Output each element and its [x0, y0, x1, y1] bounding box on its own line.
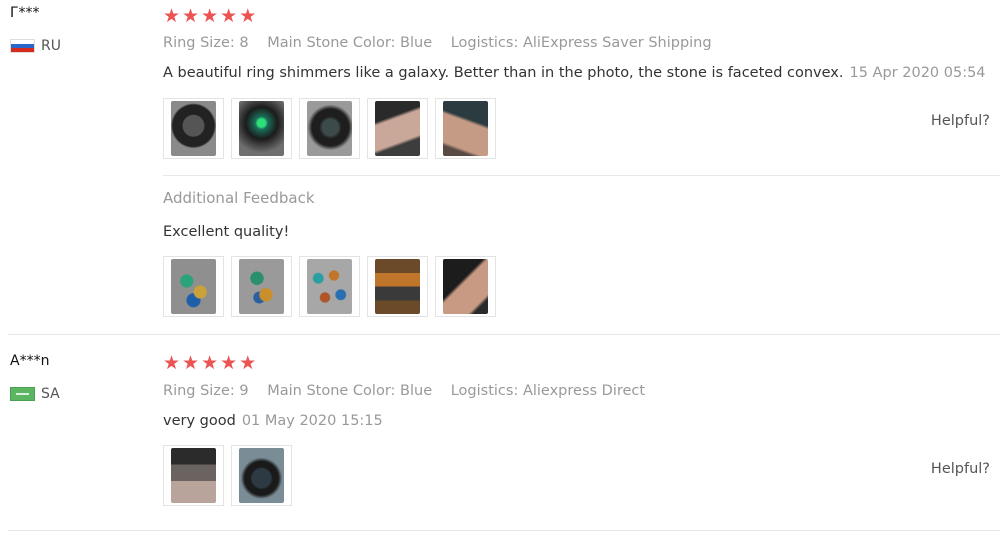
helpful-button[interactable]: Helpful?	[931, 113, 990, 129]
review-photos	[163, 445, 292, 506]
ring-size-label: Ring Size:	[163, 383, 235, 399]
photo-image	[443, 101, 488, 156]
photo-image	[375, 101, 420, 156]
reviewer-country: RU	[10, 38, 61, 54]
additional-feedback-text: Excellent quality!	[163, 224, 290, 240]
star-icon: ★	[201, 352, 219, 374]
photo-image	[307, 101, 352, 156]
review-photo-thumbnail[interactable]	[299, 98, 360, 159]
stone-color-label: Main Stone Color:	[267, 35, 396, 51]
photo-image	[171, 259, 216, 314]
ring-size-value: 8	[239, 35, 249, 51]
stone-color-value: Blue	[400, 383, 433, 399]
star-rating: ★ ★ ★ ★ ★	[163, 7, 256, 26]
logistics-label: Logistics:	[450, 35, 519, 51]
ring-size-label: Ring Size:	[163, 35, 235, 51]
review-photo-thumbnail[interactable]	[435, 98, 496, 159]
review-photo-thumbnail[interactable]	[299, 256, 360, 317]
photo-image	[443, 259, 488, 314]
additional-review-photos	[163, 256, 496, 317]
review-photos	[163, 98, 496, 159]
divider	[163, 175, 1000, 176]
review-text: A beautiful ring shimmers like a galaxy.…	[163, 65, 986, 81]
reviewer-name: A***n	[10, 353, 50, 369]
star-icon: ★	[239, 352, 257, 374]
review-item: Г*** RU ★ ★ ★ ★ ★ Ring Size: 8 Main Ston…	[0, 0, 1000, 335]
review-item: A***n SA ★ ★ ★ ★ ★ Ring Size: 9 Main Sto…	[0, 335, 1000, 539]
stone-color-value: Blue	[400, 35, 433, 51]
ring-size-value: 9	[239, 383, 249, 399]
review-photo-thumbnail[interactable]	[163, 98, 224, 159]
review-photo-thumbnail[interactable]	[367, 98, 428, 159]
star-icon: ★	[163, 352, 181, 374]
review-photo-thumbnail[interactable]	[231, 98, 292, 159]
star-icon: ★	[182, 352, 200, 374]
photo-image	[239, 448, 284, 503]
logistics-value: Aliexpress Direct	[522, 383, 646, 399]
star-icon: ★	[163, 5, 181, 27]
photo-image	[171, 448, 216, 503]
review-photo-thumbnail[interactable]	[163, 256, 224, 317]
country-code: RU	[41, 38, 61, 54]
review-date: 15 Apr 2020 05:54	[849, 65, 986, 81]
order-properties: Ring Size: 8 Main Stone Color: Blue Logi…	[163, 35, 726, 51]
order-properties: Ring Size: 9 Main Stone Color: Blue Logi…	[163, 383, 659, 399]
photo-image	[171, 101, 216, 156]
country-code: SA	[41, 386, 60, 402]
photo-image	[239, 101, 284, 156]
review-photo-thumbnail[interactable]	[231, 445, 292, 506]
star-icon: ★	[182, 5, 200, 27]
review-photo-thumbnail[interactable]	[163, 445, 224, 506]
photo-image	[239, 259, 284, 314]
review-photo-thumbnail[interactable]	[231, 256, 292, 317]
star-icon: ★	[239, 5, 257, 27]
review-photo-thumbnail[interactable]	[367, 256, 428, 317]
logistics-label: Logistics:	[450, 383, 519, 399]
photo-image	[375, 259, 420, 314]
additional-feedback-title: Additional Feedback	[163, 189, 315, 207]
review-body: very good	[163, 413, 236, 429]
reviewer-name: Г***	[10, 5, 40, 21]
review-text: very good 01 May 2020 15:15	[163, 413, 383, 429]
stone-color-label: Main Stone Color:	[267, 383, 396, 399]
reviewer-country: SA	[10, 386, 60, 402]
review-body: A beautiful ring shimmers like a galaxy.…	[163, 65, 844, 81]
photo-image	[307, 259, 352, 314]
saudi-arabia-flag-icon	[10, 387, 35, 401]
review-photo-thumbnail[interactable]	[435, 256, 496, 317]
logistics-value: AliExpress Saver Shipping	[522, 35, 712, 51]
helpful-button[interactable]: Helpful?	[931, 461, 990, 477]
star-icon: ★	[220, 5, 238, 27]
russia-flag-icon	[10, 39, 35, 53]
review-date: 01 May 2020 15:15	[241, 413, 383, 429]
star-icon: ★	[201, 5, 219, 27]
star-icon: ★	[220, 352, 238, 374]
review-divider	[8, 530, 1000, 531]
star-rating: ★ ★ ★ ★ ★	[163, 354, 256, 373]
